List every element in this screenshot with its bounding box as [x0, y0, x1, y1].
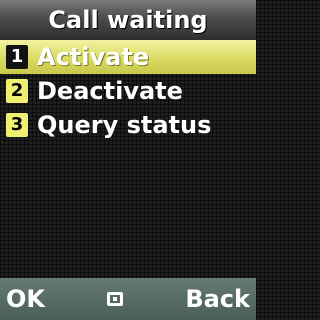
ok-softkey[interactable]: OK: [0, 278, 51, 320]
item-number-badge: 1: [6, 45, 28, 69]
item-number-badge: 2: [6, 79, 28, 103]
menu-item-query-status[interactable]: 3 Query status: [0, 108, 256, 142]
menu-item-label: Deactivate: [37, 77, 183, 105]
menu-item-label: Query status: [37, 111, 212, 139]
softkey-bar: OK Back: [0, 278, 256, 320]
back-softkey[interactable]: Back: [179, 278, 256, 320]
menu-square-icon[interactable]: [107, 292, 124, 306]
call-waiting-menu: 1 Activate 2 Deactivate 3 Query status: [0, 40, 256, 142]
menu-item-activate[interactable]: 1 Activate: [0, 40, 256, 74]
screen-title-bar: Call waiting: [0, 0, 256, 40]
menu-item-deactivate[interactable]: 2 Deactivate: [0, 74, 256, 108]
item-number-badge: 3: [6, 113, 28, 137]
menu-item-label: Activate: [37, 43, 150, 71]
page-title: Call waiting: [48, 6, 208, 34]
